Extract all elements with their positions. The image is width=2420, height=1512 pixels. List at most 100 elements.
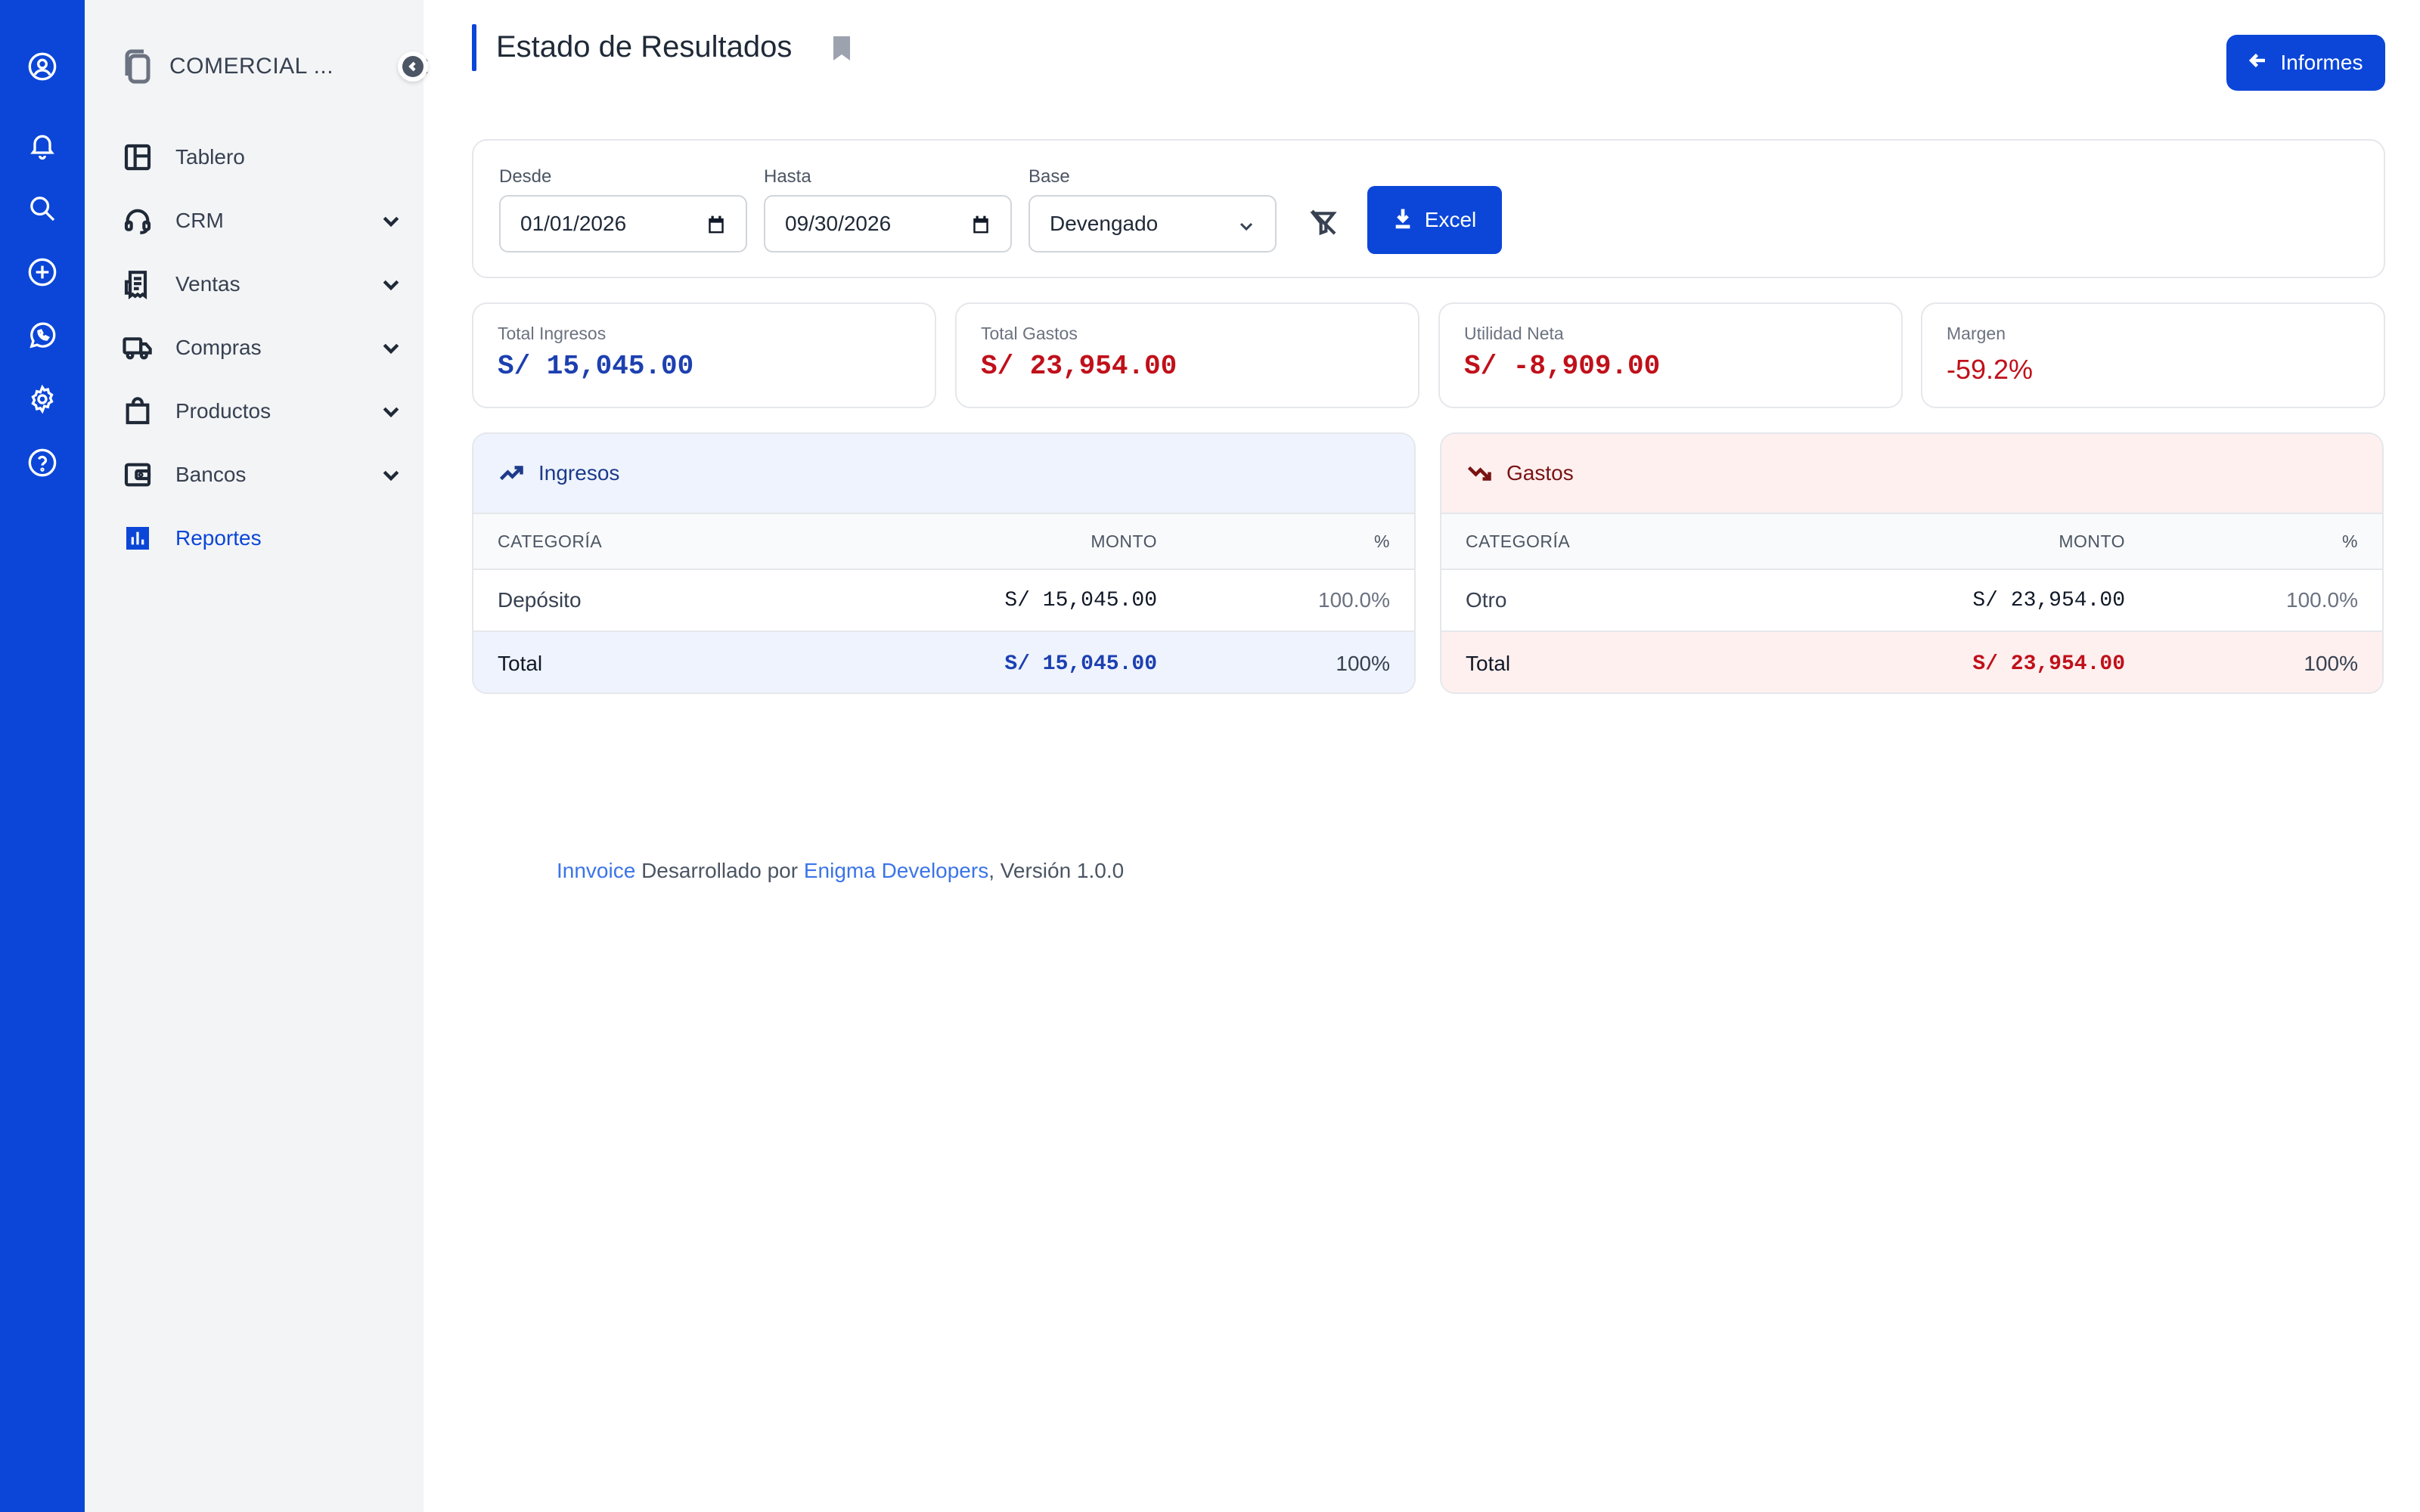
table-total-row: Total S/ 23,954.00 100%: [1441, 632, 2382, 692]
sidebar-item-label: Reportes: [175, 526, 262, 550]
informes-back-button[interactable]: Informes: [2226, 35, 2385, 91]
base-select-value: Devengado: [1050, 212, 1159, 235]
base-label: Base: [1028, 166, 1070, 187]
user-circle-icon[interactable]: [26, 50, 59, 83]
excel-export-button[interactable]: Excel: [1367, 186, 1502, 254]
help-circle-icon[interactable]: [26, 446, 59, 479]
column-header[interactable]: %: [2342, 514, 2358, 569]
arrow-left-icon: [2248, 53, 2265, 68]
download-icon: [1395, 209, 1410, 229]
kpi-value: -59.2%: [1947, 354, 2034, 385]
base-select[interactable]: Devengado: [1028, 195, 1277, 253]
kpi-utilidad-neta: Utilidad Neta S/ -8,909.00: [1438, 302, 1903, 408]
kpi-value: S/ 23,954.00: [981, 351, 1177, 382]
clear-filter-icon[interactable]: [1308, 207, 1339, 237]
table-header: CATEGORÍA MONTO %: [473, 514, 1414, 570]
column-header[interactable]: CATEGORÍA: [1466, 514, 1570, 569]
trending-down-icon: [1467, 466, 1491, 481]
company-selector[interactable]: COMERCIAL ...: [123, 47, 428, 86]
sidebar-item-compras[interactable]: Compras: [123, 316, 402, 380]
sidebar-item-tablero[interactable]: Tablero: [123, 125, 402, 189]
row-categoria: Otro: [1466, 588, 1507, 612]
kpi-value: S/ 15,045.00: [498, 351, 694, 382]
informes-button-label: Informes: [2280, 51, 2363, 74]
row-pct: 100.0%: [2286, 588, 2358, 612]
enigma-developers-link[interactable]: Enigma Developers: [804, 859, 988, 882]
gastos-title: Gastos: [1506, 461, 1574, 485]
table-row[interactable]: Depósito S/ 15,045.00 100.0%: [473, 570, 1414, 632]
total-pct: 100%: [1336, 652, 1390, 675]
sidebar-item-crm[interactable]: CRM: [123, 189, 402, 253]
shopping-bag-icon: [123, 396, 153, 426]
kpi-label: Utilidad Neta: [1464, 324, 1564, 343]
sidebar-item-label: Bancos: [175, 463, 247, 486]
desde-label: Desde: [499, 166, 552, 187]
chevron-left-icon: [408, 61, 416, 72]
kpi-margen: Margen -59.2%: [1921, 302, 2385, 408]
sidebar-item-productos[interactable]: Productos: [123, 380, 402, 443]
column-header[interactable]: MONTO: [1091, 514, 1157, 569]
row-categoria: Depósito: [498, 588, 582, 612]
footer-developed-by: Desarrollado por: [635, 859, 804, 882]
title-accent: [472, 24, 476, 71]
truck-icon: [123, 333, 153, 363]
innvoice-link[interactable]: Innvoice: [557, 859, 635, 882]
ingresos-title: Ingresos: [538, 461, 620, 485]
hasta-date-input[interactable]: 09/30/2026: [764, 195, 1012, 253]
search-icon[interactable]: [26, 192, 59, 225]
page-title: Estado de Resultados: [496, 30, 793, 64]
total-monto: S/ 15,045.00: [1004, 652, 1157, 676]
trending-up-icon: [499, 466, 523, 481]
sidebar-item-ventas[interactable]: Ventas: [123, 253, 402, 316]
sidebar-item-reportes[interactable]: Reportes: [123, 507, 402, 570]
row-monto: S/ 23,954.00: [1972, 588, 2125, 612]
table-total-row: Total S/ 15,045.00 100%: [473, 632, 1414, 692]
sidebar-item-label: Tablero: [175, 145, 245, 169]
total-label: Total: [498, 652, 543, 675]
kpi-label: Total Gastos: [981, 324, 1078, 343]
calendar-icon[interactable]: [706, 215, 726, 234]
gastos-panel-header: Gastos: [1441, 434, 2382, 514]
desde-date-input[interactable]: 01/01/2026: [499, 195, 747, 253]
chevron-down-icon: [380, 273, 402, 296]
gear-icon[interactable]: [26, 383, 59, 416]
collapse-sidebar-button[interactable]: [398, 51, 428, 82]
sidebar-item-bancos[interactable]: Bancos: [123, 443, 402, 507]
chevron-down-icon: [380, 463, 402, 486]
kpi-label: Total Ingresos: [498, 324, 607, 343]
hasta-label: Hasta: [764, 166, 811, 187]
total-pct: 100%: [2304, 652, 2358, 675]
hasta-date-value: 09/30/2026: [785, 212, 892, 235]
kpi-value: S/ -8,909.00: [1464, 351, 1661, 382]
filters-card: Desde 01/01/2026 Hasta 09/30/2026 Base D…: [472, 139, 2385, 278]
ingresos-panel: Ingresos CATEGORÍA MONTO % Depósito S/ 1…: [472, 432, 1416, 694]
total-label: Total: [1466, 652, 1511, 675]
sidebar-item-label: Ventas: [175, 272, 240, 296]
table-row[interactable]: Otro S/ 23,954.00 100.0%: [1441, 570, 2382, 632]
whatsapp-icon[interactable]: [26, 319, 59, 352]
icon-rail: [0, 0, 85, 1512]
kpi-total-gastos: Total Gastos S/ 23,954.00: [955, 302, 1419, 408]
kpi-label: Margen: [1947, 324, 2006, 343]
column-header[interactable]: MONTO: [2059, 514, 2125, 569]
chevron-down-icon: [1237, 216, 1255, 234]
chevron-down-icon: [380, 400, 402, 423]
bookmark-icon[interactable]: [832, 36, 852, 60]
bell-icon[interactable]: [26, 129, 59, 162]
chevron-down-icon: [380, 209, 402, 232]
total-monto: S/ 23,954.00: [1972, 652, 2125, 676]
layout-icon: [123, 142, 153, 172]
receipt-icon: [123, 269, 153, 299]
bar-chart-icon: [123, 523, 153, 553]
kpi-total-ingresos: Total Ingresos S/ 15,045.00: [472, 302, 936, 408]
table-header: CATEGORÍA MONTO %: [1441, 514, 2382, 570]
column-header[interactable]: CATEGORÍA: [498, 514, 602, 569]
column-header[interactable]: %: [1374, 514, 1390, 569]
plus-circle-icon[interactable]: [26, 256, 59, 289]
sidebar: COMERCIAL ... Tablero CRM Ventas Compras: [85, 0, 428, 1512]
footer-version: , Versión 1.0.0: [988, 859, 1125, 882]
calendar-icon[interactable]: [971, 215, 991, 234]
excel-button-label: Excel: [1424, 208, 1477, 231]
wallet-icon: [123, 460, 153, 490]
desde-date-value: 01/01/2026: [520, 212, 627, 235]
